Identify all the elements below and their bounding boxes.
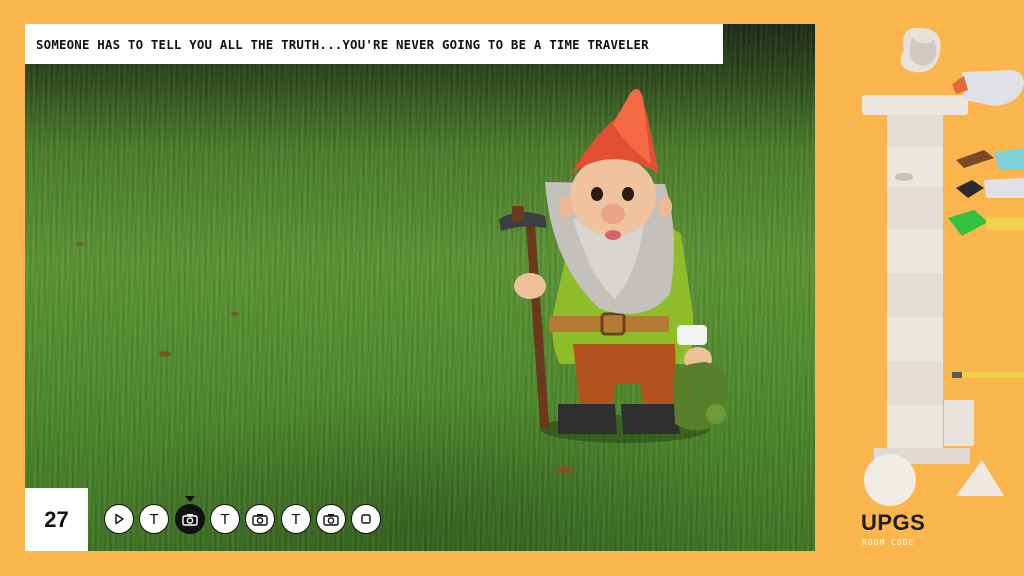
step-photo-1-active bbox=[175, 496, 205, 534]
caption-banner: SOMEONE HAS TO TELL YOU ALL THE TRUTH...… bbox=[25, 24, 723, 64]
camera-icon bbox=[182, 513, 198, 526]
sculpture-illustration bbox=[862, 27, 1024, 506]
text-icon: T bbox=[149, 510, 159, 528]
stop-icon bbox=[361, 514, 371, 524]
game-photo bbox=[25, 24, 815, 551]
brand-logo: UPGS bbox=[861, 510, 926, 535]
camera-icon bbox=[252, 513, 268, 526]
step-photo-2 bbox=[245, 504, 275, 534]
room-code-label: ROOM CODE bbox=[862, 538, 915, 547]
camera-icon bbox=[323, 513, 339, 526]
play-icon bbox=[115, 513, 124, 525]
text-icon: T bbox=[291, 510, 301, 528]
step-text-3: T bbox=[281, 504, 311, 534]
round-counter: 27 bbox=[25, 488, 88, 551]
step-text-2: T bbox=[210, 504, 240, 534]
step-photo-3 bbox=[316, 504, 346, 534]
step-play bbox=[104, 504, 134, 534]
step-stop bbox=[351, 504, 381, 534]
step-text-1: T bbox=[139, 504, 169, 534]
garden-gnome-image bbox=[76, 89, 727, 474]
text-icon: T bbox=[220, 510, 230, 528]
current-step-marker bbox=[185, 496, 195, 502]
